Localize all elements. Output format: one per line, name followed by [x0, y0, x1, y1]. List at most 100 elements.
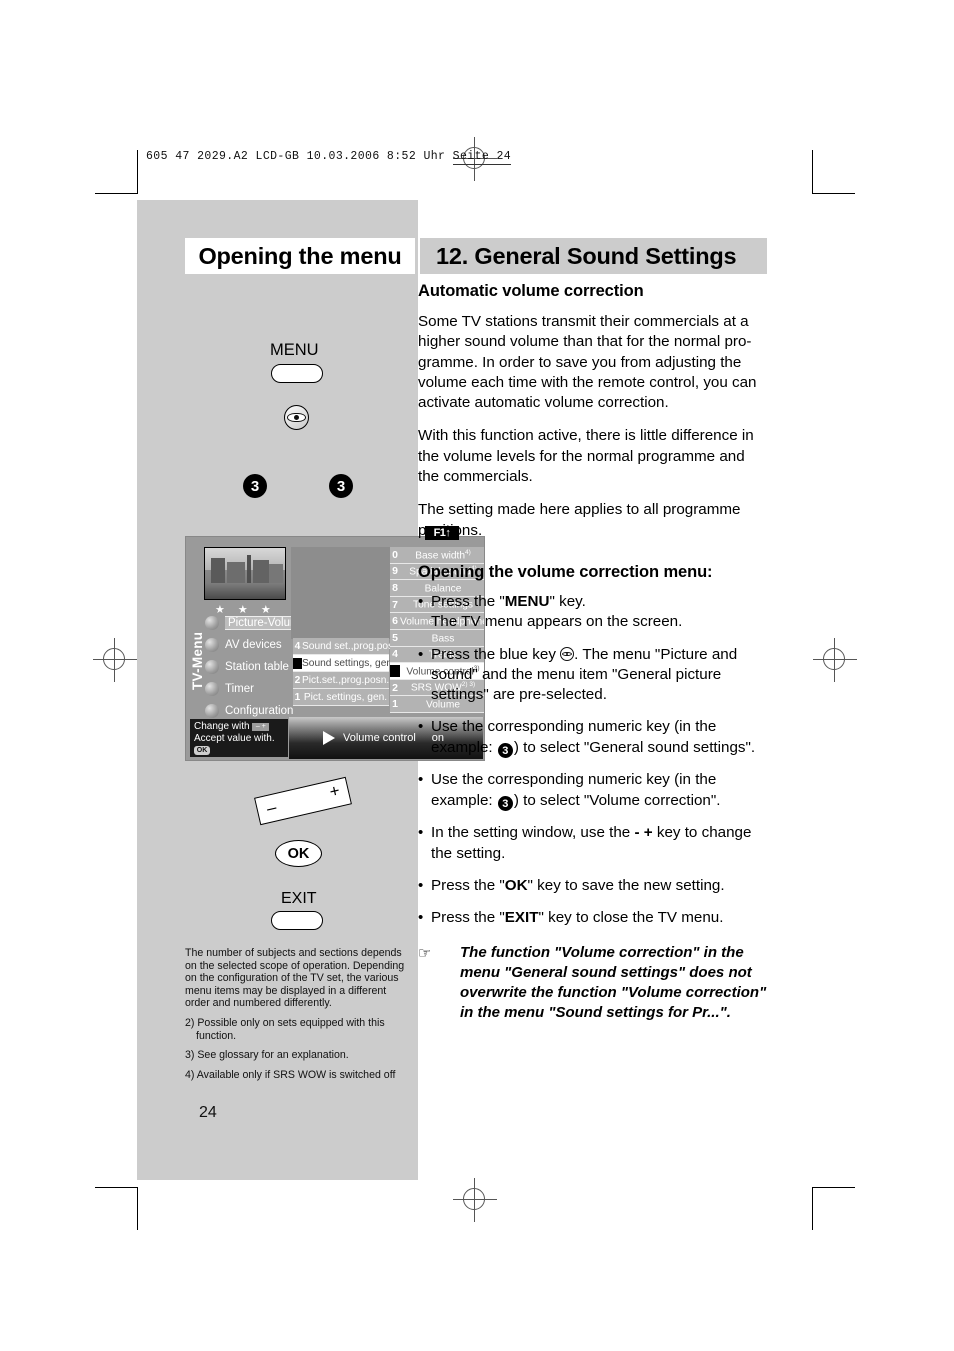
instruction-press-ok: Press the "OK" key to save the new setti…: [418, 876, 768, 897]
status-title: Volume control: [343, 732, 416, 744]
hint-line-2: Accept value with.: [194, 732, 275, 744]
numeric-key-3-right[interactable]: 3: [329, 474, 353, 498]
row-number: 3: [293, 657, 302, 669]
tv-hint-box: Change with – + Accept value with. OK: [190, 719, 288, 757]
header-left-text: Opening the menu: [198, 242, 402, 269]
row-number: 9: [392, 565, 398, 578]
nav-bullet-icon: [205, 682, 219, 696]
footnote-3: 3) See glossary for an explanation.: [185, 1049, 349, 1062]
main-content-column: Automatic volume correction Some TV stat…: [418, 282, 768, 1024]
row-number: 5: [392, 631, 398, 644]
row-number: 6: [392, 615, 398, 628]
key-ok: OK: [504, 876, 528, 894]
footnote-1: The number of subjects and sections depe…: [185, 947, 405, 1010]
tv-preview-thumbnail: [204, 547, 286, 600]
instruction-press-menu: Press the "MENU" key.The TV menu appears…: [418, 592, 768, 633]
blue-key-eye-icon[interactable]: [284, 405, 309, 430]
menu-row-pict-settings-gen[interactable]: 1 Pict. settings, gen.: [293, 689, 389, 706]
middle-blank-panel: [291, 547, 391, 639]
sidebar-item-label: Station table: [225, 661, 289, 673]
hint-ok-key: OK: [194, 746, 210, 755]
slug-prefix: 605 47 2029.A2 LCD-GB 10.03.2006 8:52 Uh…: [146, 150, 446, 163]
crop-mark-bottom-right-v: [812, 1187, 813, 1230]
row-number: 8: [392, 581, 398, 594]
sidebar-item-configuration[interactable]: Configuration: [205, 703, 293, 719]
row-number: 4: [392, 648, 398, 661]
sidebar-item-label: Timer: [225, 683, 254, 695]
header-left-title: Opening the menu: [185, 238, 415, 274]
instruction-press-blue-key: Press the blue key . The menu "Picture a…: [418, 645, 768, 706]
document-page: 605 47 2029.A2 LCD-GB 10.03.2006 8:52 Uh…: [0, 0, 954, 1351]
blue-key-eye-icon-inline: [560, 646, 575, 661]
row-number: 4: [294, 640, 301, 652]
numeric-badge-3: 3: [497, 796, 513, 812]
crop-mark-top-right-h: [812, 193, 855, 194]
paragraph-1: Some TV stations transmit their commerci…: [418, 313, 757, 412]
sidebar-item-label: Configuration: [225, 705, 294, 717]
nav-bullet-icon: [205, 638, 219, 652]
footnote-2: 2) Possible only on sets equipped with t…: [185, 1016, 385, 1042]
registration-mark-left: [93, 638, 137, 682]
hint-line-1: Change with: [194, 721, 250, 732]
row-label: Pict.set.,prog.posn.: [302, 674, 390, 686]
instruction-change-setting: In the setting window, use the - + key t…: [418, 823, 768, 864]
menu-key-label: MENU: [270, 341, 319, 359]
plus-label: +: [327, 780, 342, 802]
middle-menu-column: 4 Sound set.,prog.pos 3 Sound settings, …: [293, 638, 393, 706]
row-number: 1: [294, 691, 301, 703]
crop-mark-top-left-h: [95, 193, 138, 194]
crop-mark-top-left-v: [137, 150, 138, 193]
row-label: Pict. settings, gen.: [303, 691, 388, 703]
exit-key-label: EXIT: [281, 890, 317, 907]
row-number: 3: [390, 664, 400, 677]
row-number: 2: [294, 674, 301, 686]
row-number: 7: [392, 598, 398, 611]
sidebar-item-timer[interactable]: Timer: [205, 681, 254, 697]
crop-mark-bottom-left-h: [95, 1187, 138, 1188]
f1-tag: F1↑: [425, 526, 459, 540]
play-triangle-icon: [323, 731, 335, 745]
menu-row-sound-set-prog-pos[interactable]: 4 Sound set.,prog.pos: [293, 638, 393, 655]
registration-mark-bottom: [453, 1178, 497, 1222]
crop-mark-top-right-v: [812, 150, 813, 193]
row-number: 1: [392, 698, 398, 711]
page-number: 24: [199, 1104, 217, 1121]
header-right-text: 12. General Sound Settings: [436, 242, 737, 269]
section-heading-opening-volume-correction-menu: Opening the volume correction menu:: [418, 562, 713, 581]
sidebar-item-station-table[interactable]: Station table: [205, 659, 289, 675]
numeric-badge-3: 3: [497, 743, 513, 759]
exit-key-button[interactable]: [271, 911, 323, 930]
sidebar-item-av-devices[interactable]: AV devices: [205, 637, 282, 653]
instruction-press-exit: Press the "EXIT" key to close the TV men…: [418, 908, 768, 929]
note-block: ☞ The function "Volume correction" in th…: [418, 943, 768, 1024]
hint-plus-minus-key: – +: [252, 723, 270, 731]
slug-suffix: Seite 24: [452, 150, 512, 165]
instruction-select-general-sound-settings: Use the corresponding numeric key (in th…: [418, 717, 768, 759]
printer-slug-line: 605 47 2029.A2 LCD-GB 10.03.2006 8:52 Uh…: [146, 150, 512, 165]
instruction-select-volume-correction: Use the corresponding numeric key (in th…: [418, 770, 768, 812]
paragraph-2: With this function active, there is litt…: [418, 427, 754, 486]
ok-key-button[interactable]: OK: [275, 840, 322, 867]
crop-mark-bottom-right-h: [812, 1187, 855, 1188]
paragraph-3: The setting made here applies to all pro…: [418, 501, 741, 538]
row-label: Sound settings, gen: [302, 657, 393, 669]
nav-bullet-icon: [205, 660, 219, 674]
footnote-block: The number of subjects and sections depe…: [185, 947, 411, 1088]
footnote-4: 4) Available only if SRS WOW is switched…: [185, 1068, 396, 1081]
minus-label: –: [264, 797, 279, 819]
numeric-key-3-left[interactable]: 3: [243, 474, 267, 498]
menu-key-button[interactable]: [271, 364, 323, 383]
key-plus-minus: - +: [634, 824, 653, 842]
pointing-hand-icon: ☞: [418, 944, 432, 962]
instruction-list: Press the "MENU" key.The TV menu appears…: [418, 592, 768, 929]
row-number: 0: [392, 548, 398, 561]
registration-mark-right: [813, 638, 857, 682]
crop-mark-bottom-left-v: [137, 1187, 138, 1230]
key-menu: MENU: [504, 592, 550, 610]
nav-bullet-icon: [205, 616, 219, 630]
nav-bullet-icon: [205, 704, 219, 718]
row-number: 2: [392, 681, 398, 694]
menu-row-sound-settings-gen[interactable]: 3 Sound settings, gen: [293, 655, 393, 672]
menu-row-pict-set-prog-posn[interactable]: 2 Pict.set.,prog.posn.: [293, 672, 389, 689]
header-right-title: 12. General Sound Settings: [420, 238, 767, 274]
